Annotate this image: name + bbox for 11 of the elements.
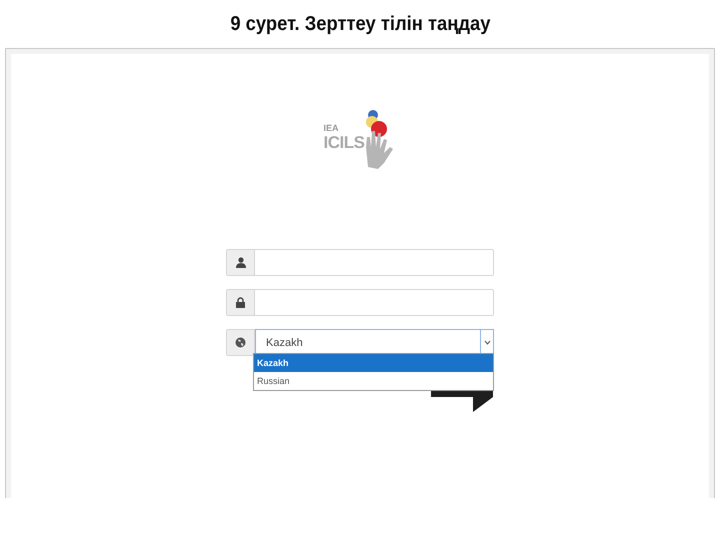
- password-field[interactable]: [226, 289, 494, 316]
- lock-icon: [236, 297, 245, 308]
- chevron-down-icon: [484, 340, 490, 345]
- logo-org-text: IEA: [324, 123, 339, 133]
- language-option[interactable]: Kazakh: [254, 354, 493, 372]
- globe-icon: [235, 337, 246, 348]
- username-field[interactable]: [226, 249, 494, 276]
- language-option[interactable]: Russian: [254, 372, 493, 390]
- logo-name-text: ICILS: [324, 133, 364, 153]
- slide-title: 9 сурет. Зерттеу тілін таңдау: [230, 12, 490, 36]
- user-icon: [236, 257, 246, 268]
